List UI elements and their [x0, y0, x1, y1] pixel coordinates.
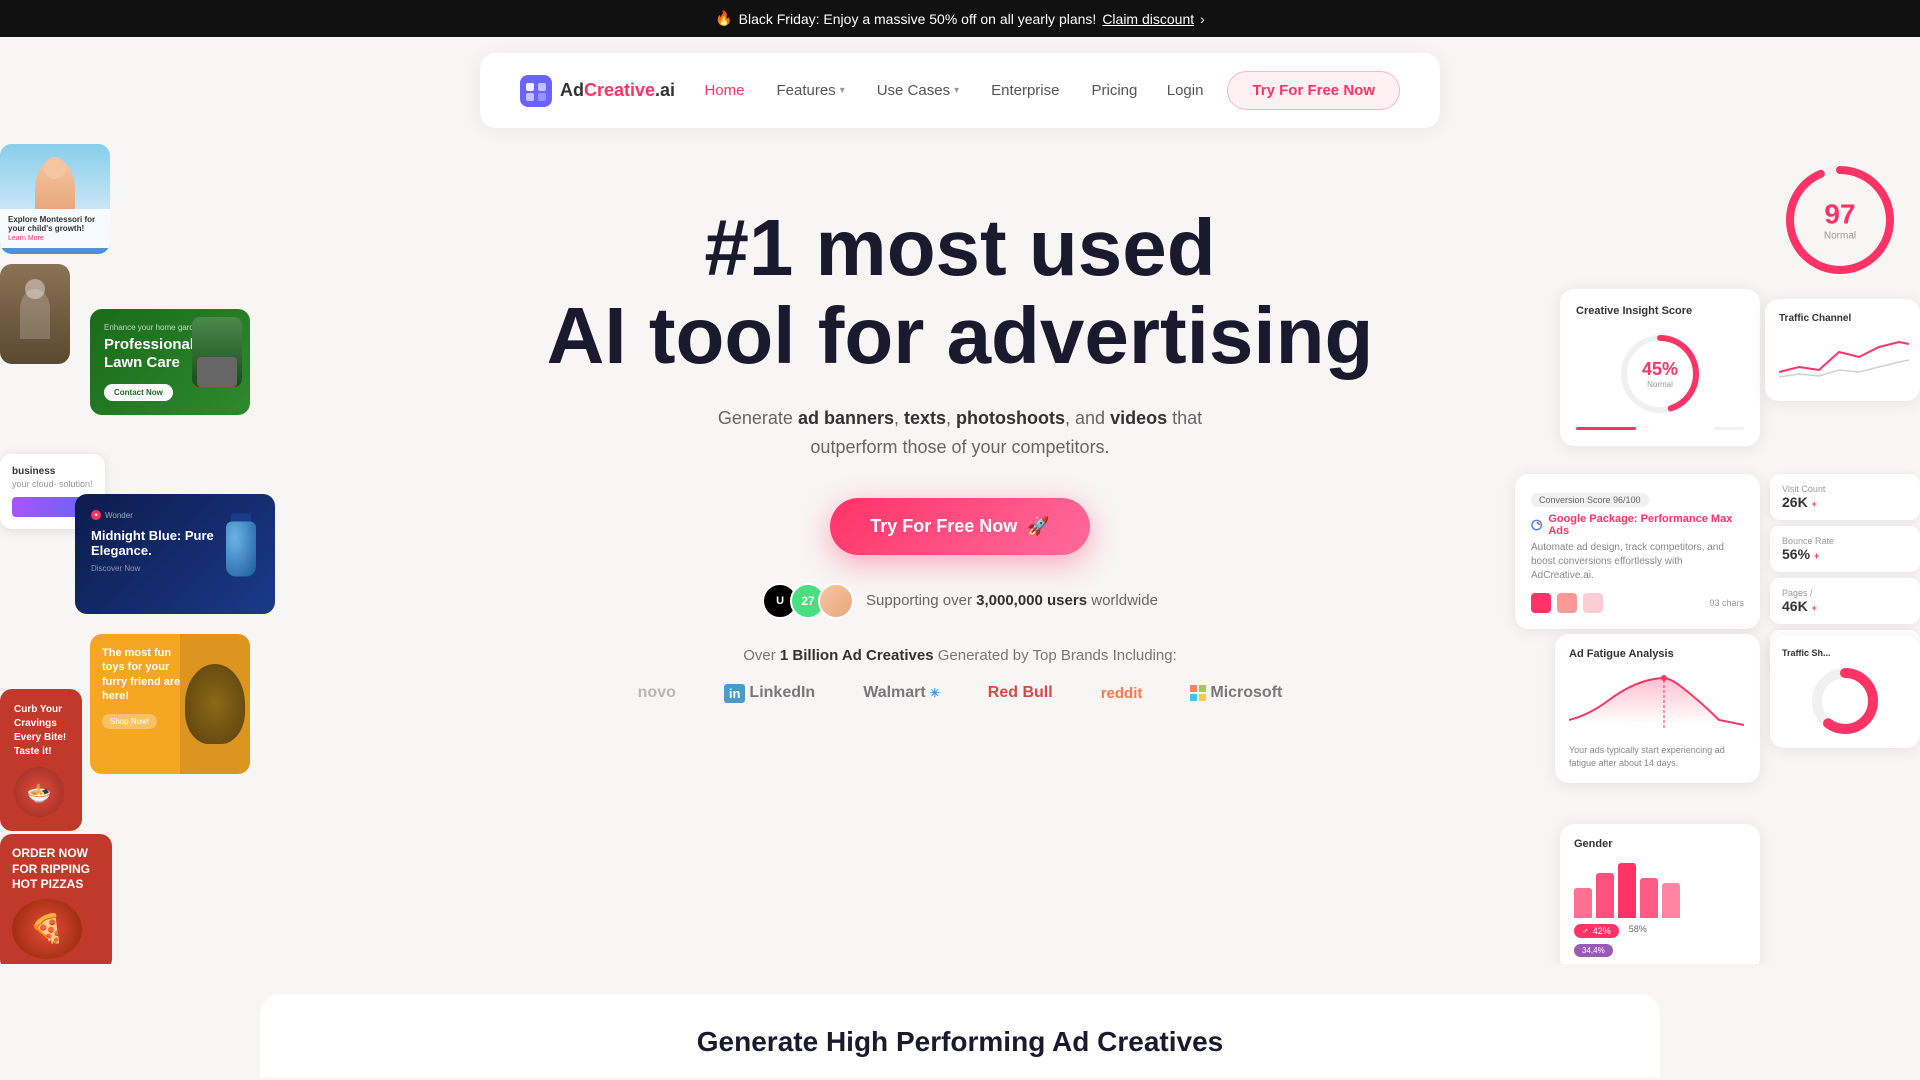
gender-labels: ♂ 42% 58% — [1574, 924, 1746, 938]
avatar-user — [818, 583, 854, 619]
perfume-brand: Wonder — [105, 511, 133, 520]
nav-home[interactable]: Home — [704, 82, 744, 99]
brand-novo: novo — [638, 684, 676, 702]
rocket-icon: 🚀 — [1027, 516, 1049, 537]
banner-emoji: 🔥 — [715, 10, 732, 27]
hero-heading: #1 most used AI tool for advertising — [260, 204, 1660, 380]
montessori-btn[interactable]: Learn More — [8, 235, 102, 242]
metric-visit: Visit Count 26K + — [1770, 474, 1920, 520]
banner-link[interactable]: Claim discount — [1102, 11, 1194, 27]
logo-text: AdCreative.ai — [560, 80, 675, 101]
nav-pricing[interactable]: Pricing — [1091, 82, 1137, 99]
gender-male: ♂ 42% — [1574, 924, 1619, 938]
pizza-text: ORDER NOW FOR RIPPING HOT PIZZAS — [12, 846, 100, 893]
toys-btn[interactable]: Shop Now! — [102, 714, 157, 729]
metric-bounce: Bounce Rate 56% + — [1770, 526, 1920, 572]
users-row: U 27 Supporting over 3,000,000 users wor… — [260, 583, 1660, 619]
gender-female: 58% — [1629, 924, 1647, 938]
top-banner: 🔥 Black Friday: Enjoy a massive 50% off … — [0, 0, 1920, 37]
nav-features[interactable]: Features ▾ — [776, 82, 844, 99]
brand-redbull: Red Bull — [988, 684, 1053, 702]
nav-cta-button[interactable]: Try For Free Now — [1227, 71, 1400, 110]
bottom-card: Generate High Performing Ad Creatives — [260, 994, 1660, 1078]
gender-bars — [1574, 858, 1746, 918]
hero-description: Generate ad banners, texts, photoshoots,… — [260, 404, 1660, 462]
gender-title: Gender — [1574, 838, 1746, 850]
gender-card: Gender ♂ 42% 58% 34,4% — [1560, 824, 1760, 964]
chess-card — [0, 264, 70, 364]
brands-section: Over 1 Billion Ad Creatives Generated by… — [260, 647, 1660, 703]
food-panel: Curb Your Cravings Every Bite! Taste it!… — [0, 689, 82, 831]
logo[interactable]: AdCreative.ai — [520, 75, 675, 107]
hero-cta-button[interactable]: Try For Free Now 🚀 — [830, 498, 1089, 555]
montessori-text: Explore Montessori for your child's grow… — [8, 215, 102, 233]
brand-microsoft: Microsoft — [1190, 684, 1282, 702]
score-widget: 97 Normal — [1760, 144, 1920, 296]
users-text: Supporting over 3,000,000 users worldwid… — [866, 592, 1158, 609]
main-wrapper: Explore Montessori for your child's grow… — [0, 144, 1920, 964]
nav-enterprise[interactable]: Enterprise — [991, 82, 1059, 99]
metric-bounce-value: 56% + — [1782, 546, 1908, 562]
traffic-channel-card: Traffic Channel — [1765, 299, 1920, 401]
traffic-title: Traffic Channel — [1779, 313, 1906, 324]
metric-bounce-label: Bounce Rate — [1782, 536, 1908, 546]
nav-right: Login Try For Free Now — [1167, 71, 1400, 110]
bottom-section: Generate High Performing Ad Creatives — [0, 964, 1920, 1078]
traffic-share-title: Traffic Sh... — [1782, 648, 1908, 658]
brands-label: Over 1 Billion Ad Creatives Generated by… — [260, 647, 1660, 664]
brands-logos: novo in LinkedIn Walmart✳ Red Bull reddi… — [260, 684, 1660, 703]
navigation: AdCreative.ai Home Features ▾ Use Cases … — [480, 53, 1440, 128]
chevron-down-icon: ▾ — [840, 85, 845, 96]
cloud-sub: your cloud- solution! — [12, 479, 93, 489]
hero-section: #1 most used AI tool for advertising Gen… — [240, 144, 1680, 743]
logo-icon — [520, 75, 552, 107]
pizza-panel: ORDER NOW FOR RIPPING HOT PIZZAS 🍕 — [0, 834, 112, 964]
gender-bar-value: 34,4% — [1574, 944, 1613, 957]
traffic-donut — [1810, 666, 1880, 736]
toys-text: The most fun toys for your furry friend … — [102, 646, 182, 703]
food-text: Curb Your Cravings Every Bite! Taste it! — [14, 703, 68, 759]
metric-pages: Pages / 46K + — [1770, 578, 1920, 624]
score-label: Normal — [1824, 231, 1856, 242]
login-link[interactable]: Login — [1167, 82, 1204, 99]
user-avatars: U 27 — [762, 583, 854, 619]
montessori-card: Explore Montessori for your child's grow… — [0, 144, 110, 254]
donut-svg — [1810, 666, 1880, 736]
toys-card: The most fun toys for your furry friend … — [90, 634, 250, 774]
brand-reddit: reddit — [1101, 685, 1143, 702]
brand-walmart: Walmart✳ — [863, 684, 940, 702]
bottom-heading: Generate High Performing Ad Creatives — [300, 1026, 1620, 1058]
lawn-care-card: Enhance your home garden Professional La… — [90, 309, 250, 415]
score-value: 97 — [1824, 199, 1856, 231]
banner-arrow: › — [1200, 11, 1205, 27]
brand-linkedin: in LinkedIn — [724, 684, 815, 703]
microsoft-icon — [1190, 685, 1206, 701]
cloud-title: business — [12, 466, 93, 477]
fatigue-desc: Your ads typically start experiencing ad… — [1569, 744, 1746, 769]
lawn-btn[interactable]: Contact Now — [104, 384, 173, 401]
nav-use-cases[interactable]: Use Cases ▾ — [877, 82, 959, 99]
nav-links: Home Features ▾ Use Cases ▾ Enterprise P… — [704, 82, 1137, 99]
metric-visit-label: Visit Count — [1782, 484, 1908, 494]
chevron-down-icon: ▾ — [954, 85, 959, 96]
traffic-share-card: Traffic Sh... — [1770, 636, 1920, 748]
traffic-chart-svg — [1779, 332, 1909, 382]
metric-pages-value: 46K + — [1782, 598, 1908, 614]
banner-text: Black Friday: Enjoy a massive 50% off on… — [739, 11, 1097, 27]
metric-pages-label: Pages / — [1782, 588, 1908, 598]
metric-visit-value: 26K + — [1782, 494, 1908, 510]
